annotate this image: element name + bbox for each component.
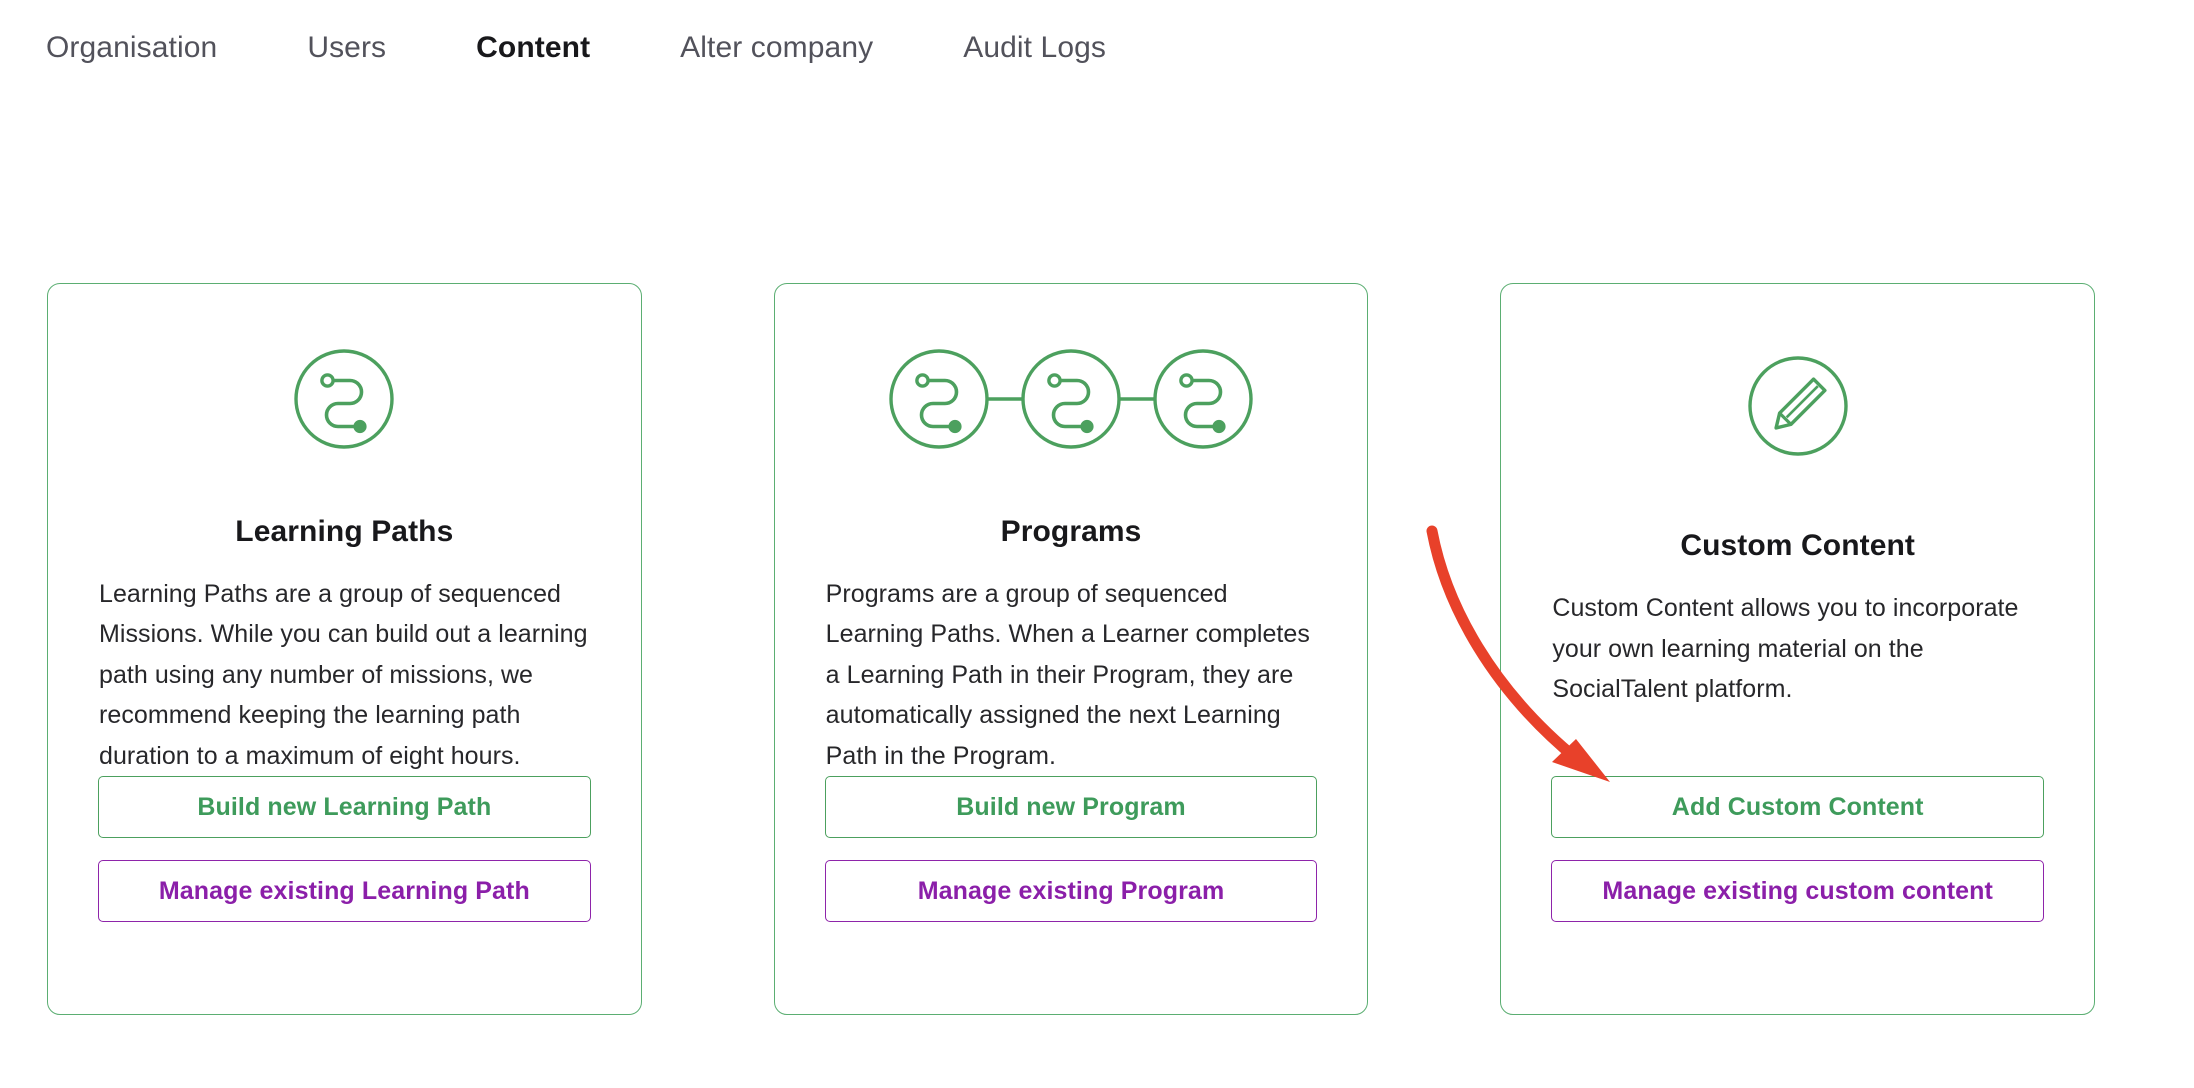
tab-audit-logs[interactable]: Audit Logs: [961, 27, 1108, 69]
pencil-icon: [1551, 284, 2044, 528]
manage-existing-program-button[interactable]: Manage existing Program: [824, 860, 1318, 922]
card-custom-content: Custom Content Custom Content allows you…: [1500, 283, 2096, 1015]
content-card-grid: Learning Paths Learning Paths are a grou…: [47, 283, 2096, 1015]
card-title: Programs: [1000, 514, 1142, 548]
build-new-program-button[interactable]: Build new Program: [824, 776, 1318, 838]
tab-content[interactable]: Content: [474, 27, 592, 69]
card-description: Programs are a group of sequenced Learni…: [825, 579, 1310, 770]
manage-existing-learning-path-button[interactable]: Manage existing Learning Path: [98, 860, 591, 922]
card-description: Custom Content allows you to incorporate…: [1552, 594, 2019, 703]
content-page: Organisation Users Content Alter company…: [0, 0, 2194, 1088]
program-chain-icon: [825, 284, 1318, 514]
tab-organisation[interactable]: Organisation: [44, 27, 219, 69]
tab-users[interactable]: Users: [305, 27, 388, 69]
learning-path-icon: [98, 284, 591, 514]
build-new-learning-path-button[interactable]: Build new Learning Path: [98, 776, 591, 838]
main-navigation: Organisation Users Content Alter company…: [0, 0, 2194, 96]
card-learning-paths: Learning Paths Learning Paths are a grou…: [47, 283, 642, 1015]
card-title: Custom Content: [1680, 529, 1916, 562]
card-actions: Add Custom Content Manage existing custo…: [1551, 776, 2045, 1014]
manage-existing-custom-content-button[interactable]: Manage existing custom content: [1551, 860, 2045, 922]
card-description: Learning Paths are a group of sequenced …: [99, 579, 588, 770]
tab-alter-company[interactable]: Alter company: [678, 27, 875, 69]
add-custom-content-button[interactable]: Add Custom Content: [1551, 776, 2045, 838]
card-title: Learning Paths: [235, 514, 454, 548]
card-actions: Build new Learning Path Manage existing …: [98, 776, 591, 1014]
card-actions: Build new Program Manage existing Progra…: [824, 776, 1318, 1014]
card-programs: Programs Programs are a group of sequenc…: [773, 283, 1369, 1015]
